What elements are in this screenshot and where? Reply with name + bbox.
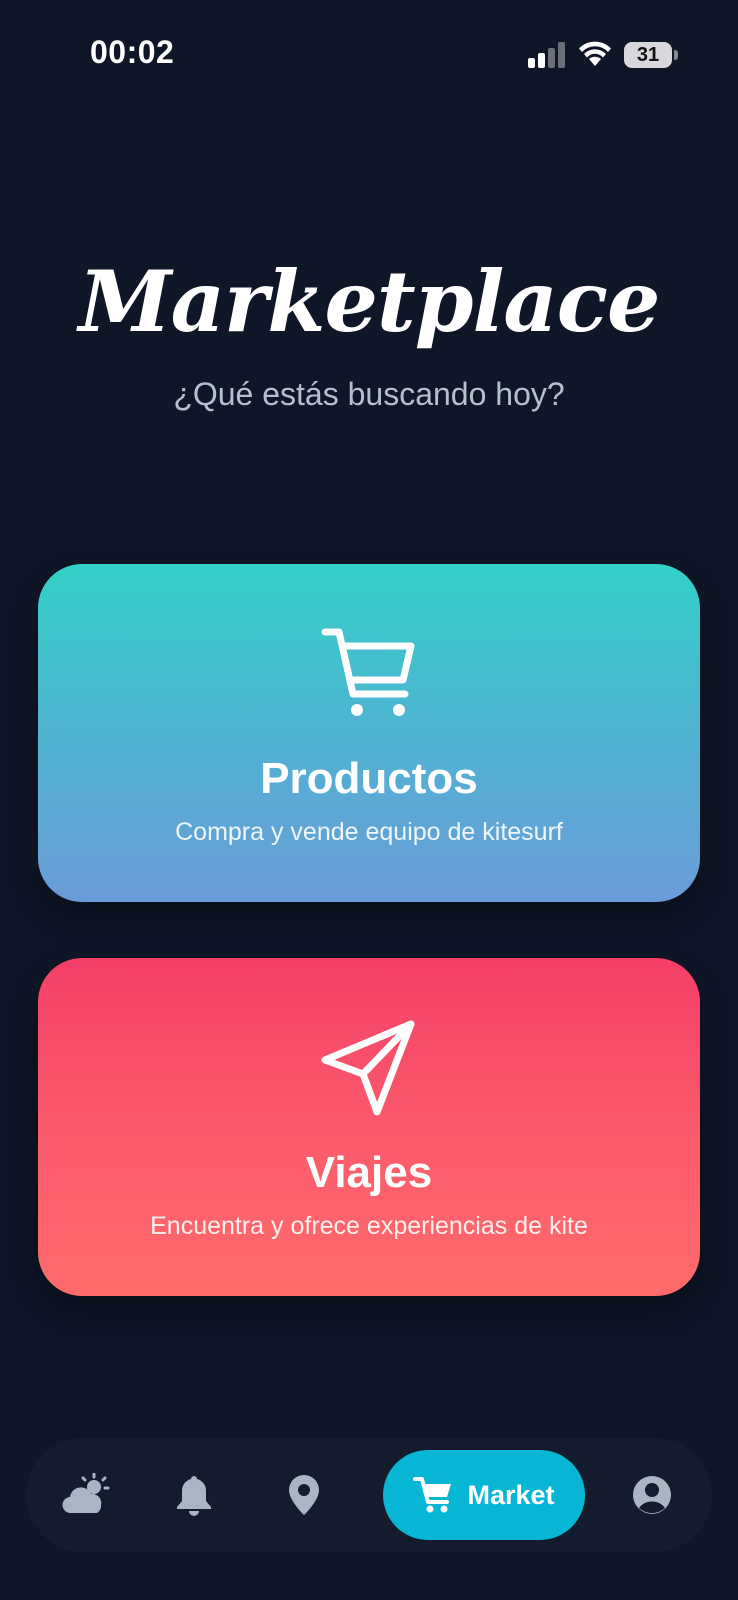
nav-profile[interactable]: [622, 1465, 682, 1525]
status-bar: 00:02 31: [0, 0, 738, 110]
battery-nub: [674, 50, 678, 60]
location-pin-icon: [289, 1475, 319, 1515]
trips-card-description: Encuentra y ofrece experiencias de kite: [150, 1212, 588, 1240]
signal-icon: [528, 42, 565, 68]
trips-card-title: Viajes: [305, 1148, 433, 1197]
products-card-description: Compra y vende equipo de kitesurf: [175, 818, 563, 846]
marketplace-screen: 00:02 31 Marketplace ¿Qué estás buscando…: [0, 0, 738, 1600]
nav-market-label: Market: [467, 1479, 555, 1510]
battery-icon: 31: [624, 42, 672, 68]
page-title: Marketplace: [78, 252, 661, 351]
trips-card[interactable]: Viajes Encuentra y ofrece experiencias d…: [38, 958, 700, 1296]
wifi-icon: [579, 41, 611, 66]
nav-notifications[interactable]: [164, 1465, 224, 1525]
page-subtitle: ¿Qué estás buscando hoy?: [173, 376, 565, 412]
status-time: 00:02: [90, 34, 175, 70]
nav-location[interactable]: [274, 1465, 334, 1525]
bell-icon: [177, 1476, 211, 1516]
cart-icon: [321, 628, 415, 716]
weather-icon: [62, 1473, 110, 1514]
battery-level: 31: [636, 43, 660, 66]
products-card-title: Productos: [260, 754, 478, 803]
user-icon: [633, 1476, 671, 1514]
bottom-navigation: Market: [26, 1438, 712, 1552]
paper-plane-icon: [321, 1020, 415, 1116]
products-card[interactable]: Productos Compra y vende equipo de kites…: [38, 564, 700, 902]
nav-market-button[interactable]: Market: [383, 1450, 585, 1540]
cart-icon: [413, 1477, 452, 1513]
nav-weather[interactable]: [56, 1465, 116, 1525]
